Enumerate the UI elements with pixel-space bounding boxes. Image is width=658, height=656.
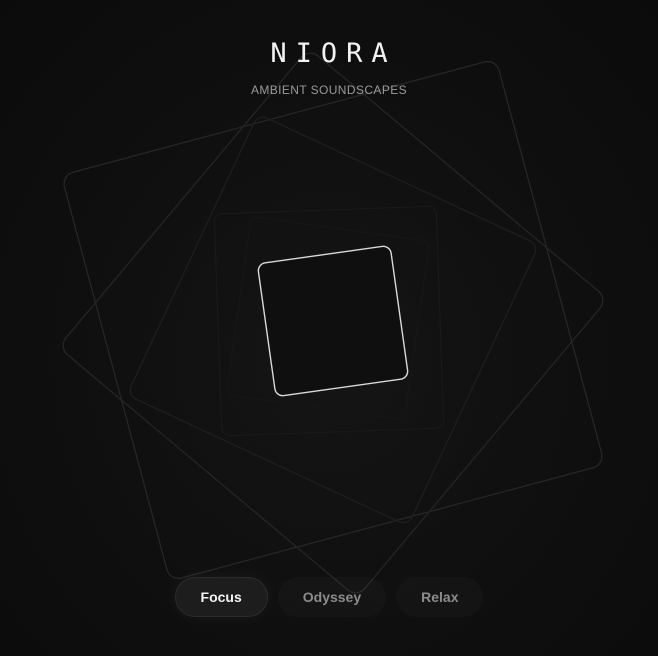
tab-focus[interactable]: Focus — [174, 577, 268, 617]
visualizer-canvas — [62, 52, 604, 594]
soundscape-visualizer — [0, 0, 658, 656]
center-square — [257, 245, 409, 397]
app-subtitle: AMBIENT SOUNDSCAPES — [250, 83, 408, 97]
mode-tabs: Focus Odyssey Relax — [0, 577, 658, 617]
app-root: NIORA AMBIENT SOUNDSCAPES Focus Odyssey … — [0, 0, 658, 656]
tab-relax[interactable]: Relax — [396, 577, 483, 617]
app-title: NIORA — [270, 38, 397, 69]
tab-odyssey[interactable]: Odyssey — [278, 577, 386, 617]
